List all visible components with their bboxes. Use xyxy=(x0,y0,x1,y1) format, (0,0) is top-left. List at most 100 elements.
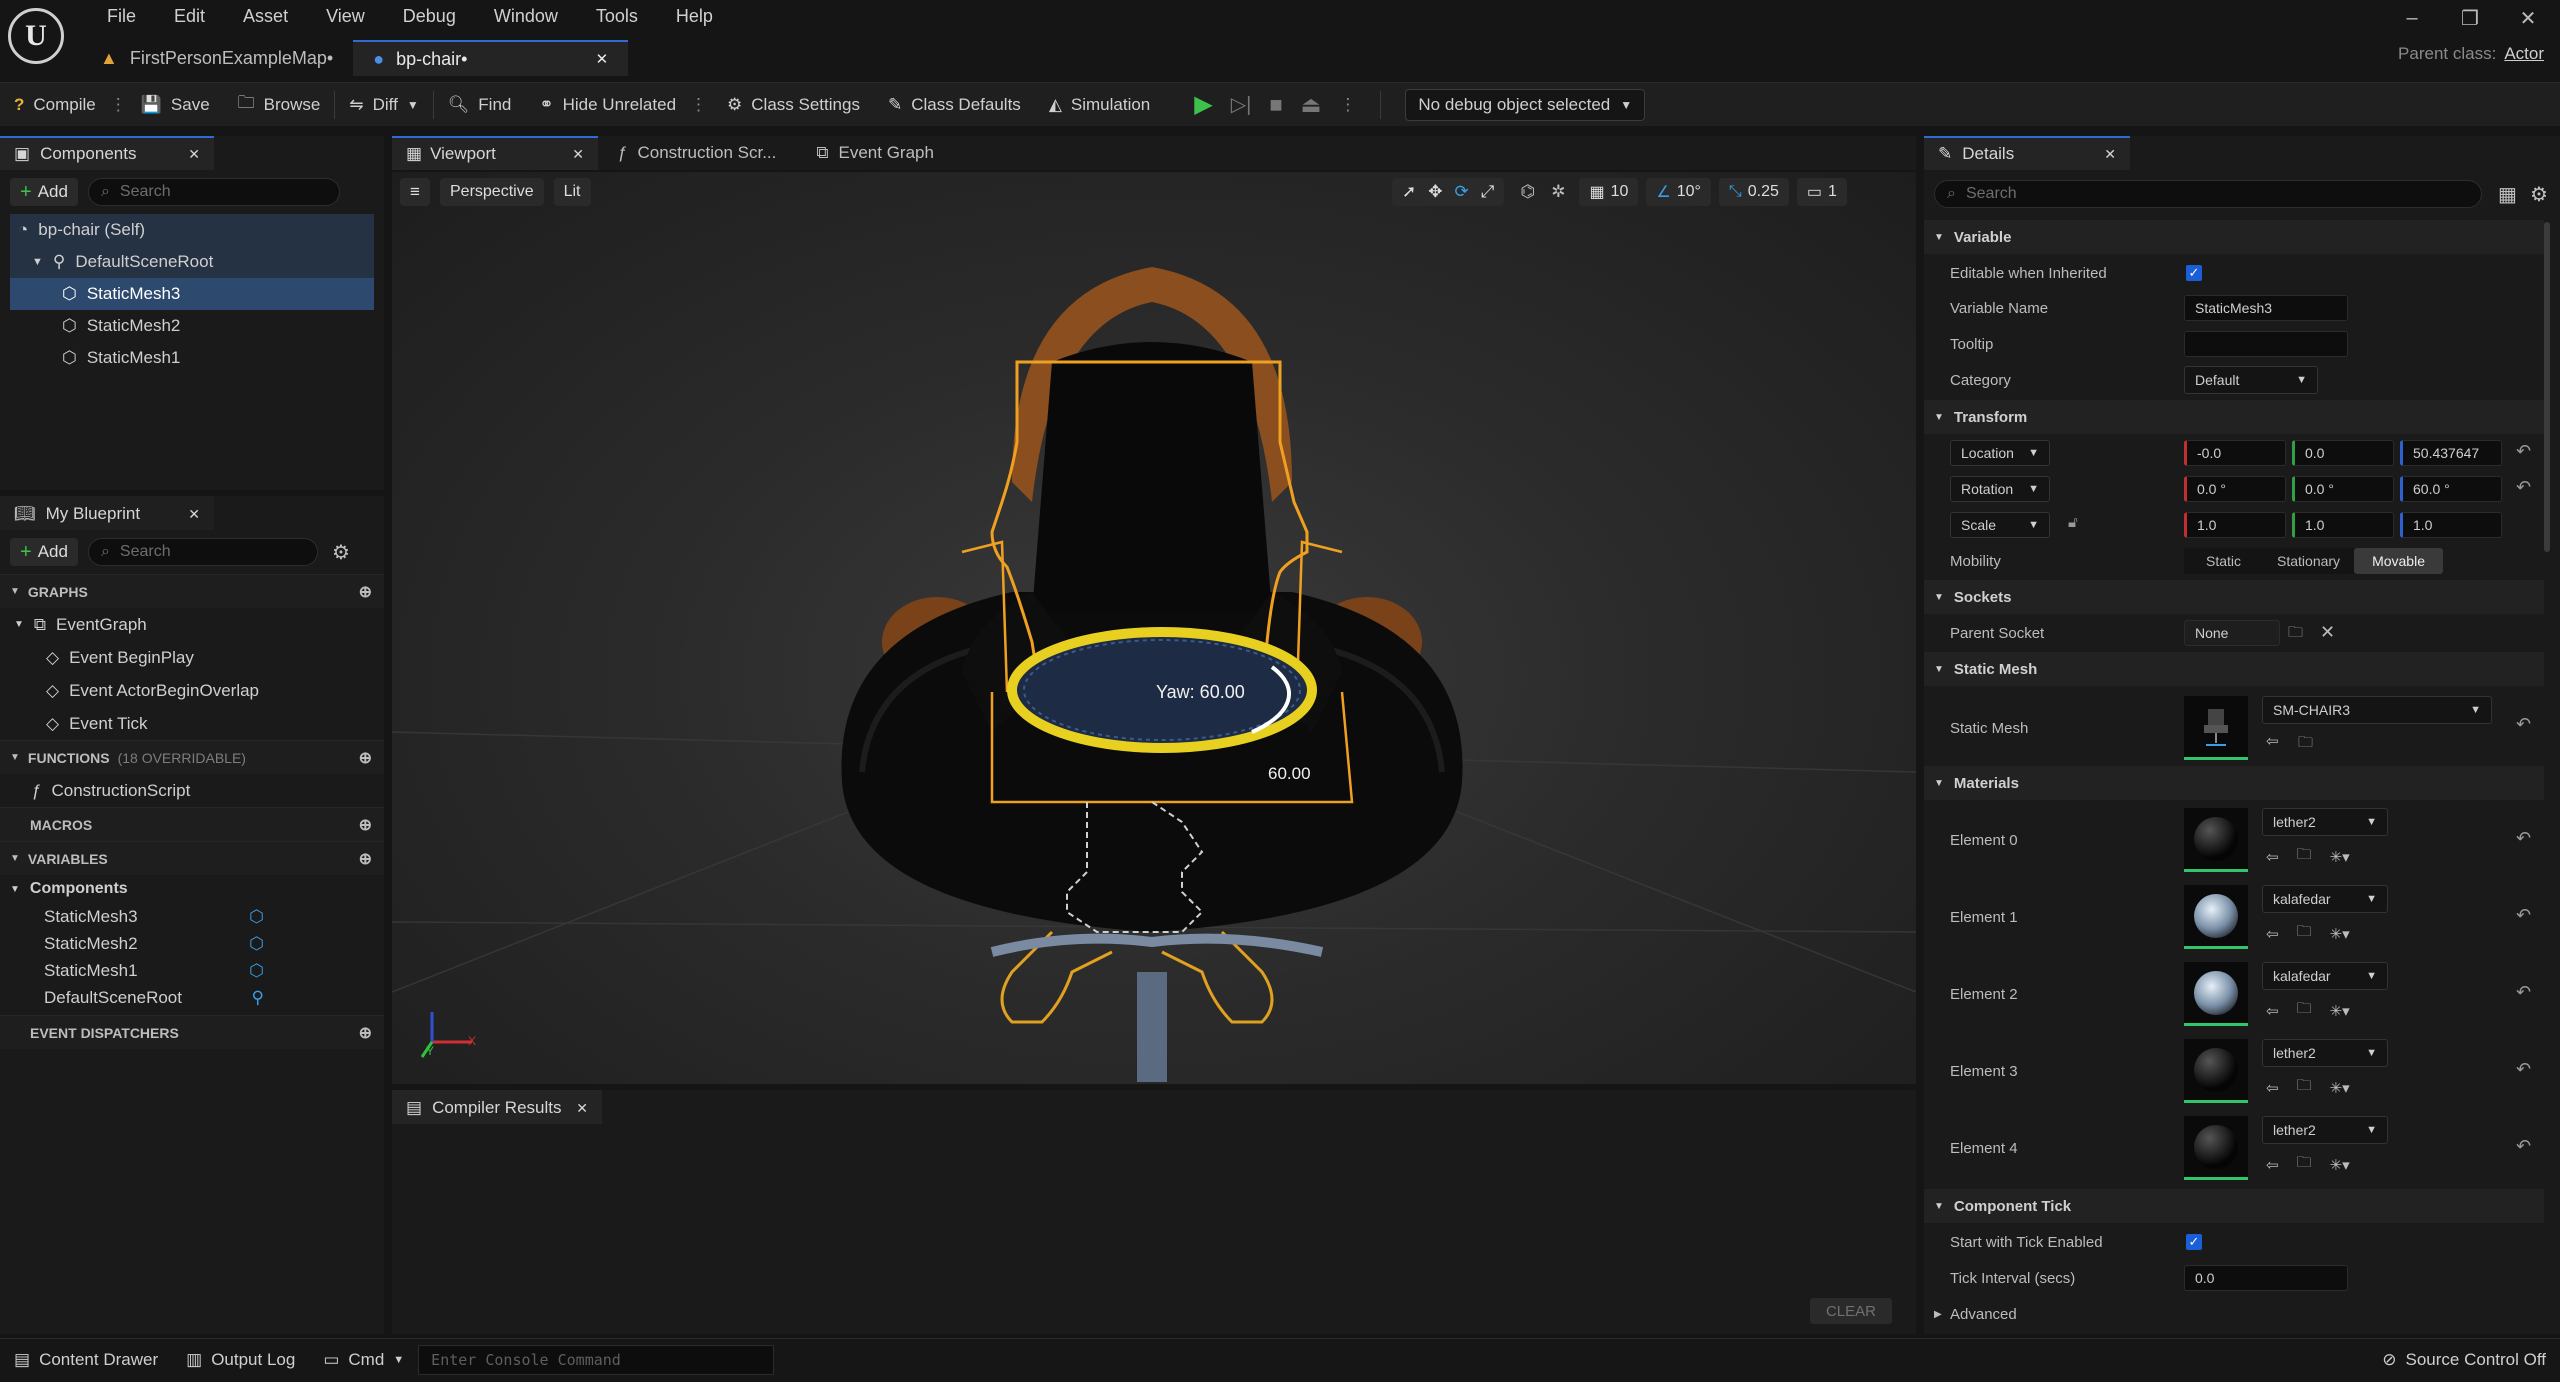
menu-help[interactable]: Help xyxy=(657,0,732,32)
tooltip-input[interactable] xyxy=(2184,331,2348,357)
material-select[interactable]: lether2 ▼ xyxy=(2262,1039,2388,1067)
tab-map[interactable]: ▲ FirstPersonExampleMap• xyxy=(80,40,353,76)
static-mesh-thumbnail[interactable] xyxy=(2184,696,2248,760)
event-item[interactable]: ◇ Event ActorBeginOverlap xyxy=(0,674,384,707)
mobility-stationary[interactable]: Stationary xyxy=(2263,553,2354,569)
scale-z-input[interactable]: 1.0 xyxy=(2400,512,2502,538)
material-select[interactable]: lether2 ▼ xyxy=(2262,1116,2388,1144)
source-control-button[interactable]: ⊘ Source Control Off xyxy=(2368,1338,2560,1382)
editable-checkbox[interactable]: ✓ xyxy=(2186,265,2202,281)
find-button[interactable]: 🔍︎ Find xyxy=(434,83,526,127)
location-mode-select[interactable]: Location ▼ xyxy=(1950,440,2050,466)
add-variable-icon[interactable]: ⊕ xyxy=(359,849,372,869)
components-group[interactable]: ▼ Components xyxy=(0,875,384,903)
material-select[interactable]: kalafedar ▼ xyxy=(2262,885,2388,913)
material-thumbnail[interactable] xyxy=(2184,1116,2248,1180)
event-graph-item[interactable]: ▼ ⧉ EventGraph xyxy=(0,608,384,641)
scale-x-input[interactable]: 1.0 xyxy=(2184,512,2286,538)
material-thumbnail[interactable] xyxy=(2184,962,2248,1026)
menu-debug[interactable]: Debug xyxy=(384,0,475,32)
use-selected-icon[interactable]: ⇦ xyxy=(2266,1002,2279,1020)
tree-item-staticmesh2[interactable]: ⬡ StaticMesh2 xyxy=(10,310,374,342)
close-panel-icon[interactable]: ✕ xyxy=(188,146,200,163)
material-thumbnail[interactable] xyxy=(2184,808,2248,872)
static-mesh-select[interactable]: SM-CHAIR3 ▼ xyxy=(2262,696,2492,724)
advanced-row[interactable]: ▶ Advanced xyxy=(1924,1297,2544,1331)
category-select[interactable]: Default ▼ xyxy=(2184,366,2318,394)
menu-view[interactable]: View xyxy=(307,0,384,32)
browse-asset-icon[interactable]: 🗀 xyxy=(2297,921,2312,946)
tab-construction-script[interactable]: ƒ Construction Scr... xyxy=(598,143,796,163)
close-panel-icon[interactable]: ✕ xyxy=(576,1100,588,1117)
event-dispatchers-section-header[interactable]: EVENT DISPATCHERS ⊕ xyxy=(0,1015,384,1049)
mobility-movable[interactable]: Movable xyxy=(2354,548,2443,574)
add-component-button[interactable]: + Add xyxy=(10,178,78,206)
tree-item-staticmesh3[interactable]: ⬡ StaticMesh3 xyxy=(10,278,374,310)
details-tab[interactable]: ✎ Details ✕ xyxy=(1924,136,2130,170)
location-x-input[interactable]: -0.0 xyxy=(2184,440,2286,466)
use-selected-icon[interactable]: ⇦ xyxy=(2266,925,2279,943)
reset-arrow-icon[interactable]: ↶ xyxy=(2516,905,2531,926)
step-icon[interactable]: ▷| xyxy=(1231,92,1252,117)
variable-item[interactable]: StaticMesh1 ⬡ xyxy=(0,957,384,984)
play-options-icon[interactable]: ⋮ xyxy=(1339,95,1356,115)
stop-icon[interactable]: ■ xyxy=(1269,92,1282,118)
compile-options-icon[interactable]: ⋮ xyxy=(110,95,127,115)
functions-section-header[interactable]: ▼ FUNCTIONS (18 OVERRIDABLE) ⊕ xyxy=(0,740,384,774)
tab-event-graph[interactable]: ⧉ Event Graph xyxy=(796,143,954,163)
material-select[interactable]: lether2 ▼ xyxy=(2262,808,2388,836)
parent-class-link[interactable]: Actor xyxy=(2504,44,2544,63)
close-tab-icon[interactable]: ✕ xyxy=(596,50,609,68)
material-options-icon[interactable]: ✳▾ xyxy=(2330,925,2350,943)
my-blueprint-tab[interactable]: 📖︎ My Blueprint ✕ xyxy=(0,496,214,530)
content-drawer-button[interactable]: ▤ Content Drawer xyxy=(0,1338,172,1382)
reset-arrow-icon[interactable]: ↶ xyxy=(2516,441,2531,462)
variable-item[interactable]: StaticMesh3 ⬡ xyxy=(0,903,384,930)
component-tick-section-header[interactable]: ▼ Component Tick xyxy=(1924,1189,2544,1223)
tree-item-defaultsceneroot[interactable]: ▼ ⚲ DefaultSceneRoot xyxy=(10,246,374,278)
variable-item[interactable]: DefaultSceneRoot ⚲ xyxy=(0,984,384,1011)
add-macro-icon[interactable]: ⊕ xyxy=(359,815,372,835)
close-tab-icon[interactable]: ✕ xyxy=(572,146,584,163)
gear-icon[interactable]: ⚙ xyxy=(332,540,350,565)
browse-asset-icon[interactable]: 🗀 xyxy=(2298,732,2313,757)
browse-asset-icon[interactable]: 🗀 xyxy=(2297,1152,2312,1177)
cmd-select[interactable]: ▭ Cmd ▼ xyxy=(309,1338,418,1382)
lock-icon[interactable]: 🔓︎ xyxy=(2068,514,2078,531)
class-settings-button[interactable]: ⚙ Class Settings xyxy=(713,83,874,127)
debug-object-select[interactable]: No debug object selected ▼ xyxy=(1405,88,1646,121)
save-button[interactable]: 💾 Save xyxy=(127,83,224,127)
location-y-input[interactable]: 0.0 xyxy=(2292,440,2394,466)
output-log-button[interactable]: ▥ Output Log xyxy=(172,1338,309,1382)
clear-button[interactable]: CLEAR xyxy=(1809,1298,1892,1324)
reset-arrow-icon[interactable]: ↶ xyxy=(2516,1059,2531,1080)
eject-icon[interactable]: ⏏ xyxy=(1301,92,1322,118)
use-selected-icon[interactable]: ⇦ xyxy=(2266,1156,2279,1174)
reset-arrow-icon[interactable]: ↶ xyxy=(2516,828,2531,849)
tree-item-self[interactable]: ◔ bp-chair (Self) xyxy=(10,214,374,246)
variable-item[interactable]: StaticMesh2 ⬡ xyxy=(0,930,384,957)
scale-mode-select[interactable]: Scale ▼ xyxy=(1950,512,2050,538)
close-panel-icon[interactable]: ✕ xyxy=(2104,146,2116,163)
browse-asset-icon[interactable]: 🗀 xyxy=(2297,1075,2312,1100)
event-item[interactable]: ◇ Event Tick xyxy=(0,707,384,740)
details-scrollbar[interactable] xyxy=(2544,222,2550,552)
play-icon[interactable]: ▶ xyxy=(1194,90,1212,119)
compile-button[interactable]: ? Compile xyxy=(0,83,110,127)
menu-asset[interactable]: Asset xyxy=(224,0,307,32)
rotation-y-input[interactable]: 0.0 ° xyxy=(2292,476,2394,502)
menu-window[interactable]: Window xyxy=(475,0,577,32)
material-options-icon[interactable]: ✳▾ xyxy=(2330,1079,2350,1097)
material-thumbnail[interactable] xyxy=(2184,885,2248,949)
rotation-mode-select[interactable]: Rotation ▼ xyxy=(1950,476,2050,502)
use-selected-icon[interactable]: ⇦ xyxy=(2266,848,2279,866)
sockets-section-header[interactable]: ▼ Sockets xyxy=(1924,580,2544,614)
static-mesh-section-header[interactable]: ▼ Static Mesh xyxy=(1924,652,2544,686)
browse-button[interactable]: 🗀 Browse xyxy=(224,83,335,127)
minimize-icon[interactable]: – xyxy=(2398,7,2426,30)
viewport[interactable]: ≡ Perspective Lit ➚ ✥ ⟳ ⤢ ⌬ ✲ ▦ 10 ∠ 10°… xyxy=(392,172,1916,1084)
variables-section-header[interactable]: ▼ VARIABLES ⊕ xyxy=(0,841,384,875)
location-z-input[interactable]: 50.437647 xyxy=(2400,440,2502,466)
close-panel-icon[interactable]: ✕ xyxy=(188,506,200,523)
reset-arrow-icon[interactable]: ↶ xyxy=(2516,1136,2531,1157)
